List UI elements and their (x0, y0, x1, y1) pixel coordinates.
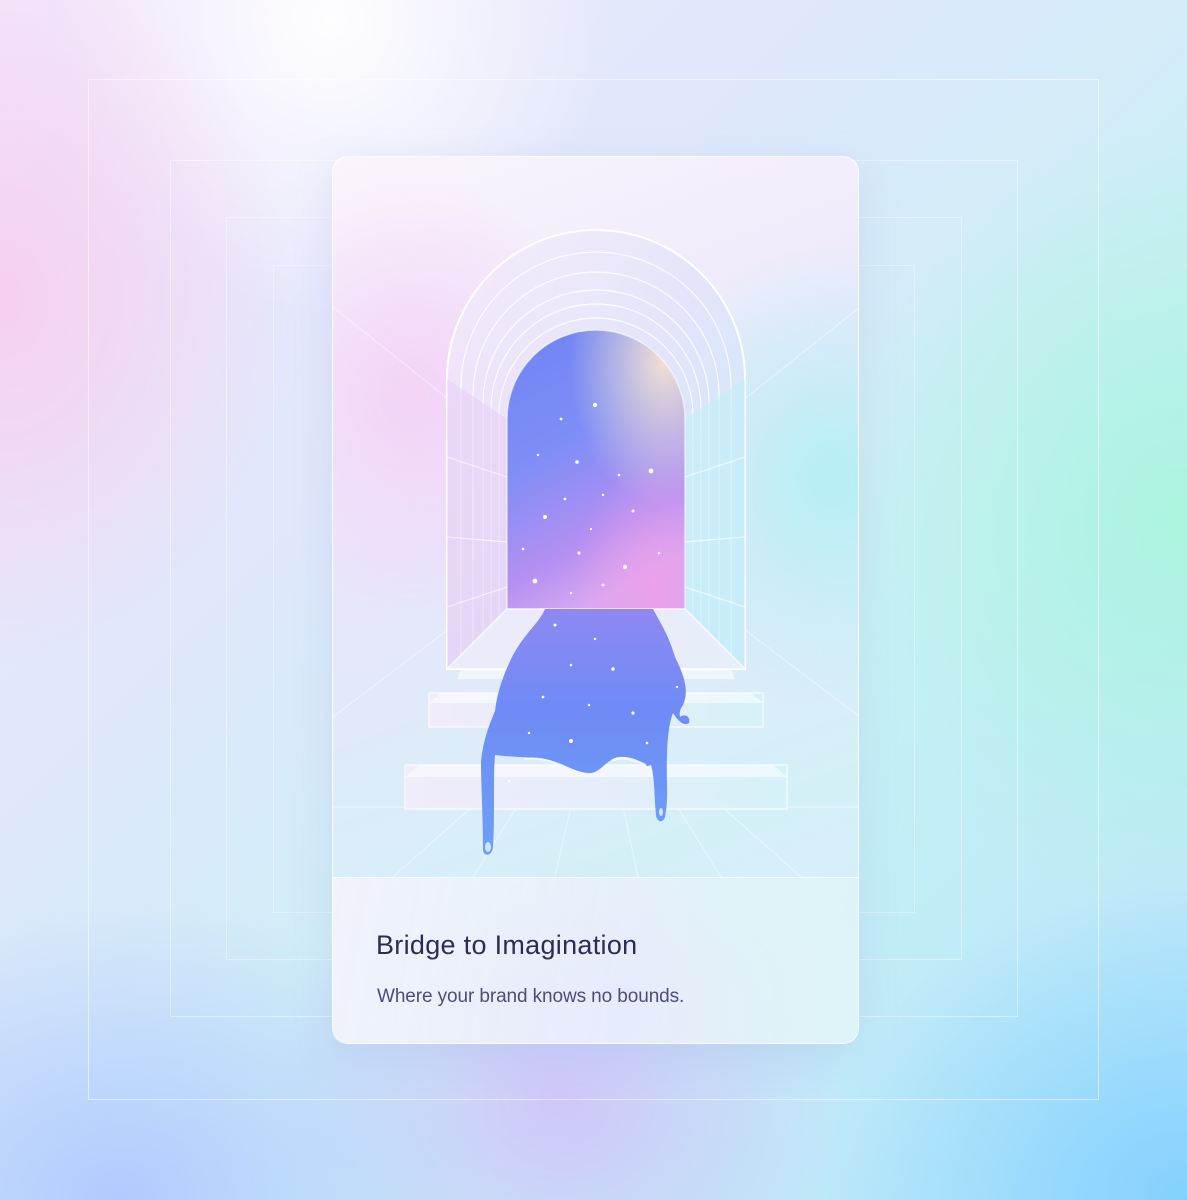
card-title: Bridge to Imagination (376, 930, 638, 960)
feature-card: Bridge to Imagination Where your brand k… (332, 156, 859, 1044)
card-caption: Bridge to Imagination Where your brand k… (333, 877, 858, 1043)
card-subtitle: Where your brand knows no bounds. (377, 986, 685, 1007)
archway-portal-illustration (333, 229, 858, 877)
